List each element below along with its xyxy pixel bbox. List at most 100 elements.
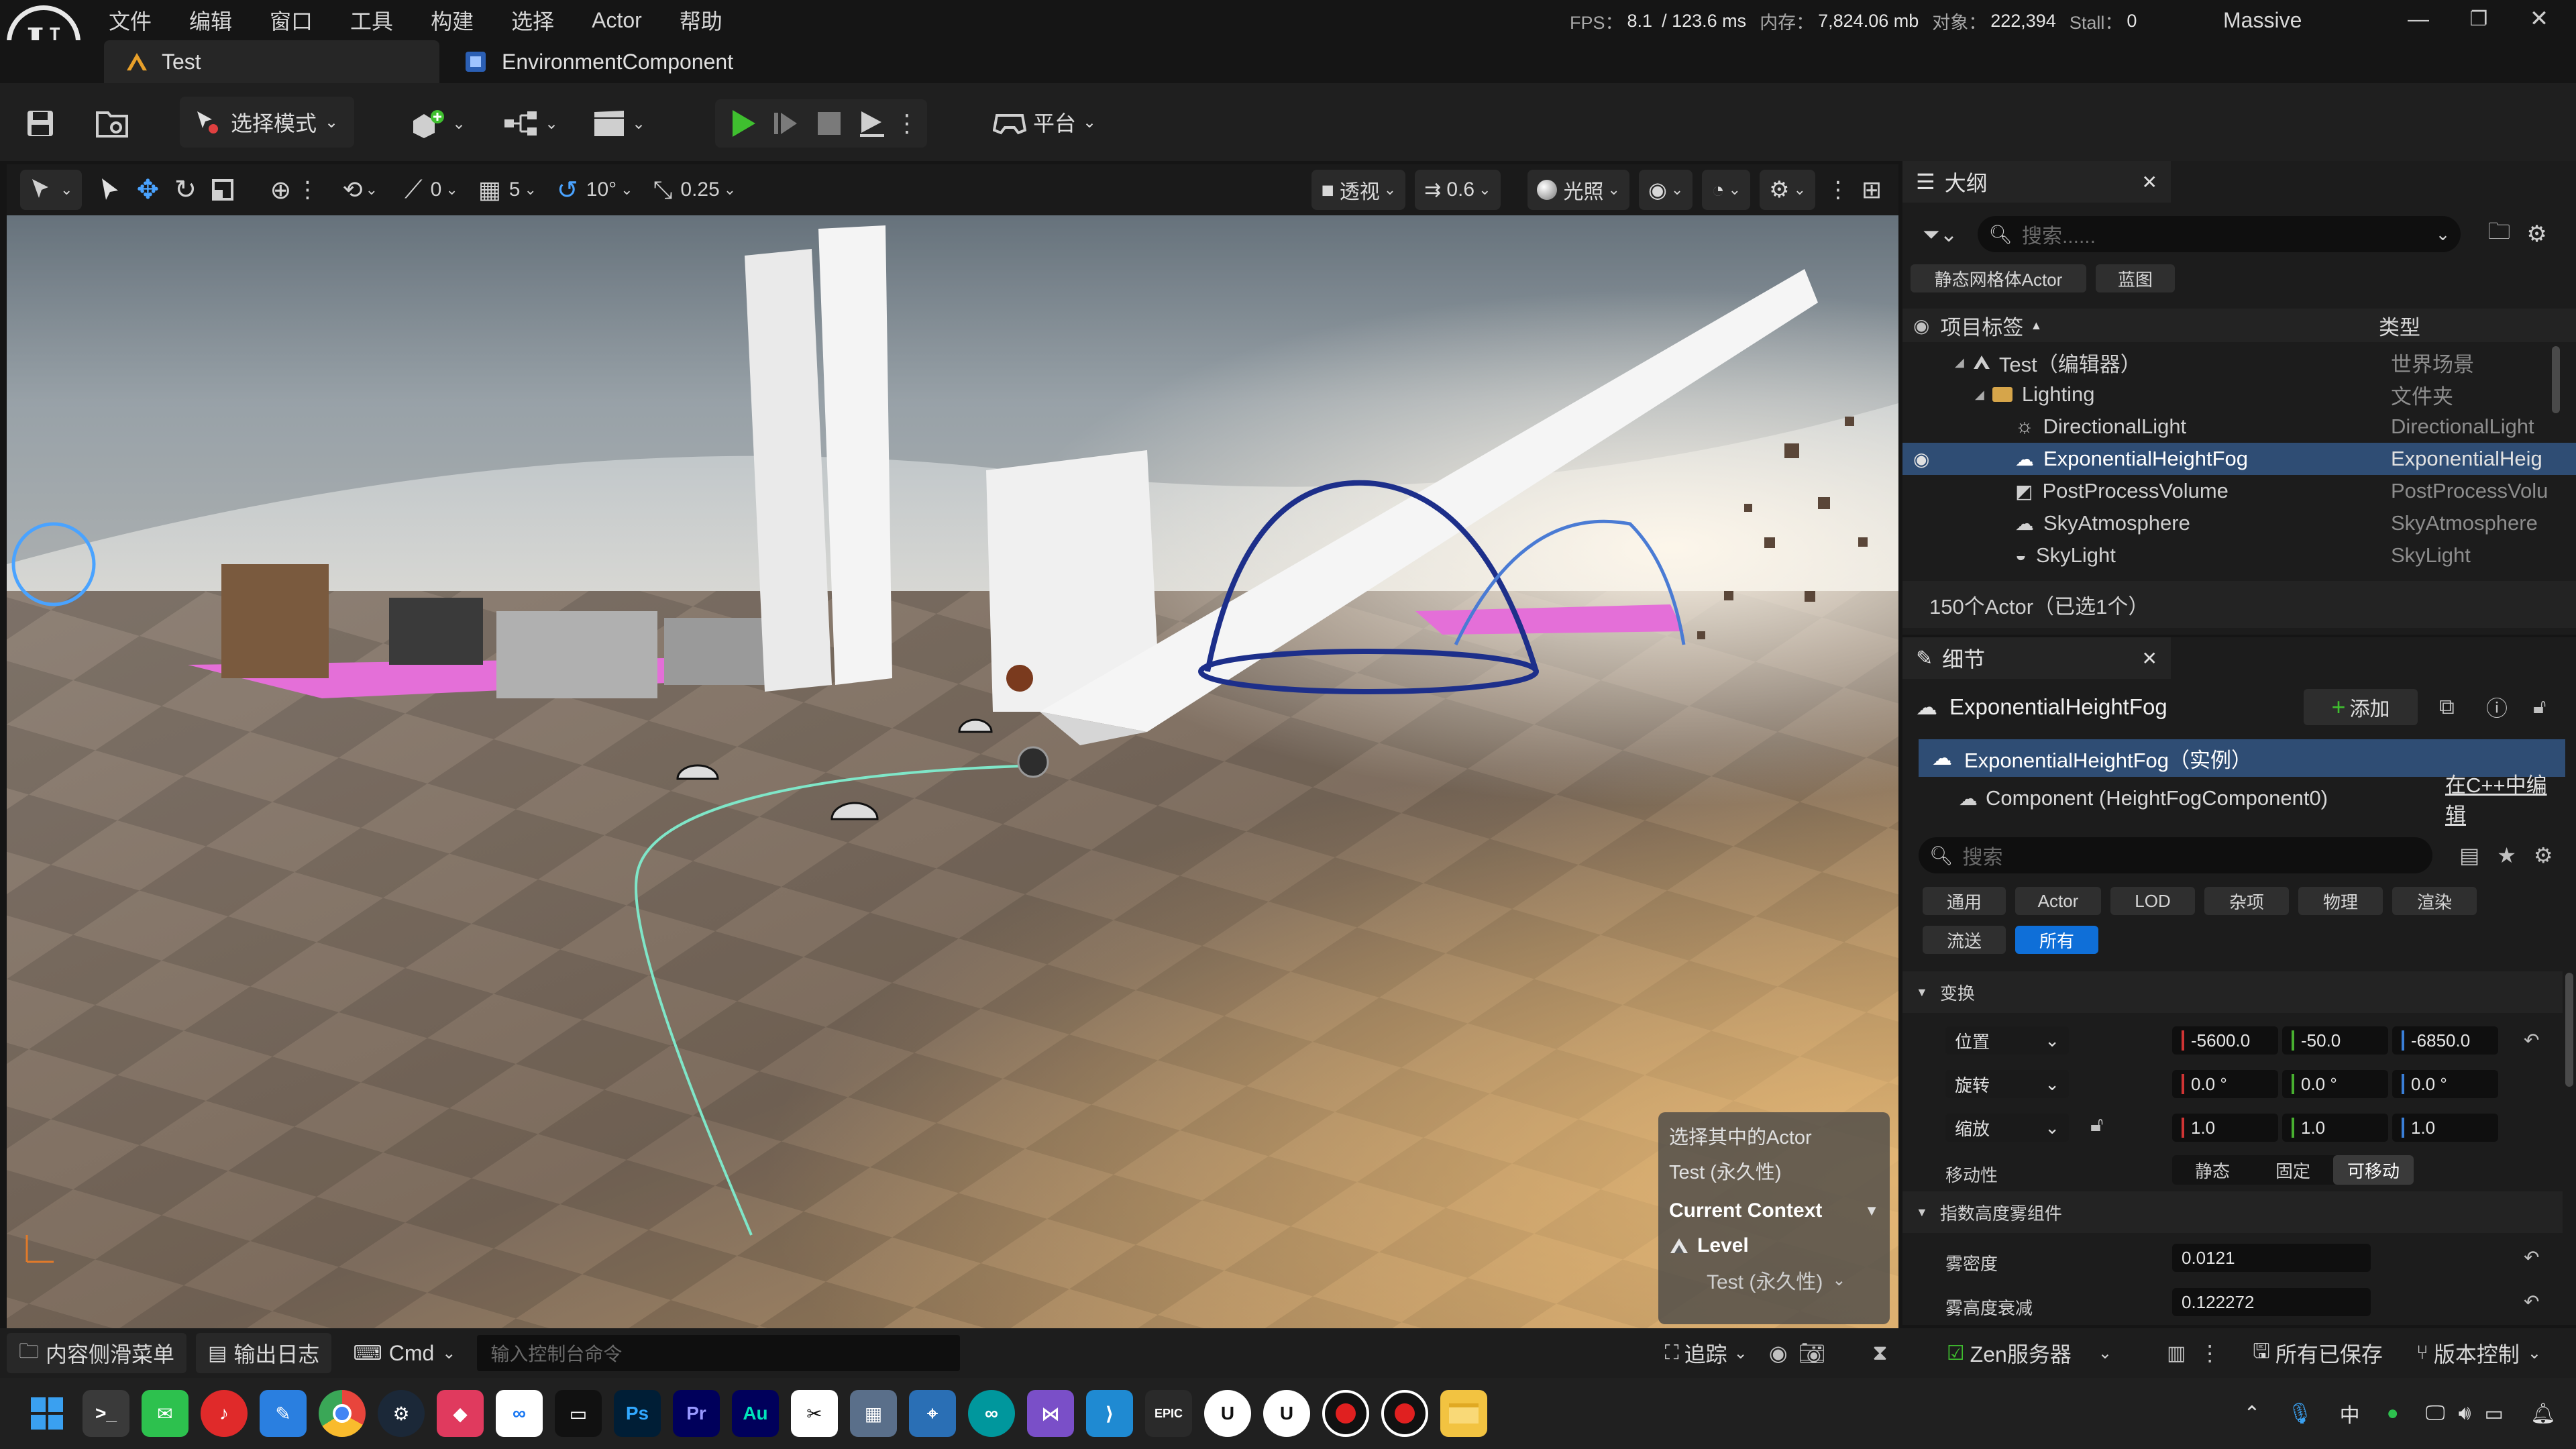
output-log-button[interactable]: ▤ 输出日志 xyxy=(196,1333,332,1373)
camera-speed-button[interactable]: ⇉ 0.6 ⌄ xyxy=(1415,170,1501,210)
scale-dropdown[interactable]: 缩放 ⌄ xyxy=(1945,1114,2069,1142)
rotation-z-field[interactable]: 0.0 ° xyxy=(2392,1070,2498,1098)
recorder-app-icon[interactable] xyxy=(1322,1390,1369,1437)
volume-icon[interactable]: 🔊︎ xyxy=(2459,1402,2471,1425)
menu-help[interactable]: 帮助 xyxy=(680,5,722,36)
details-scrollbar[interactable] xyxy=(2565,973,2573,1087)
menu-actor[interactable]: Actor xyxy=(592,8,642,33)
menu-edit[interactable]: 编辑 xyxy=(189,5,232,36)
hourglass-icon[interactable]: ⧗ xyxy=(1872,1340,1887,1366)
context-level-dropdown[interactable]: Test (永久性) ⌄ xyxy=(1707,1265,1879,1295)
feishu-app-icon[interactable]: ◆ xyxy=(437,1390,484,1437)
list-item[interactable]: ◢ Test（编辑器） 世界场景 xyxy=(1902,346,2576,378)
notification-bell-icon[interactable]: 🔔︎ xyxy=(2530,1402,2556,1426)
show-flags-button[interactable]: ◉ ⌄ xyxy=(1638,170,1693,210)
console-input[interactable]: 输入控制台命令 xyxy=(477,1335,961,1371)
star-icon[interactable]: ★ xyxy=(2497,843,2516,868)
add-component-button[interactable]: + 添加 xyxy=(2304,689,2418,725)
edit-in-cpp-link[interactable]: 在C++中编辑 xyxy=(2445,768,2565,828)
table-view-icon[interactable]: ▤ xyxy=(2459,843,2479,868)
mobility-stationary[interactable]: 固定 xyxy=(2253,1155,2333,1185)
microphone-icon[interactable]: 🎙︎ xyxy=(2288,1402,2313,1426)
save-icon[interactable] xyxy=(20,103,60,144)
close-icon[interactable]: ✕ xyxy=(2142,171,2157,193)
scene-render[interactable] xyxy=(7,215,1898,1328)
current-context-header[interactable]: Current Context ▼ xyxy=(1669,1199,1879,1222)
rotation-dropdown[interactable]: 旋转 ⌄ xyxy=(1945,1070,2069,1098)
reset-arrow-icon[interactable]: ↶ xyxy=(2524,1246,2539,1269)
filter-physics[interactable]: 物理 xyxy=(2298,887,2383,915)
filter-general[interactable]: 通用 xyxy=(1923,887,2006,915)
close-icon[interactable]: ✕ xyxy=(2142,647,2157,669)
chrome-app-icon[interactable] xyxy=(319,1390,366,1437)
map-app-icon[interactable]: ⌖ xyxy=(909,1390,956,1437)
performance-button[interactable]: ◔ ⌄ xyxy=(1702,170,1751,210)
save-all-button[interactable]: 🖫︎ 所有已保存 xyxy=(2241,1333,2395,1373)
premiere-app-icon[interactable]: Pr xyxy=(673,1390,720,1437)
add-folder-icon[interactable]: 🗀︎ xyxy=(2487,215,2510,254)
wechat-app-icon[interactable]: ✉ xyxy=(142,1390,189,1437)
more-options-icon[interactable]: ⋮ xyxy=(1825,170,1851,210)
scale-y-field[interactable]: 1.0 xyxy=(2282,1114,2388,1142)
trace-button[interactable]: ⛶ 追踪 ⌄ xyxy=(1653,1333,1760,1373)
eject-icon[interactable] xyxy=(851,102,894,145)
chevron-up-icon[interactable]: ⌃ xyxy=(2243,1402,2260,1426)
filter-misc[interactable]: 杂项 xyxy=(2204,887,2289,915)
select-arrow-icon[interactable] xyxy=(91,170,129,210)
audition-app-icon[interactable]: Au xyxy=(732,1390,779,1437)
menu-select[interactable]: 选择 xyxy=(511,5,554,36)
derived-data-icon[interactable]: ▥ xyxy=(2167,1342,2186,1365)
epic-games-app-icon[interactable]: EPIC xyxy=(1145,1390,1192,1437)
location-z-field[interactable]: -6850.0 xyxy=(2392,1026,2498,1055)
outliner-tab[interactable]: ☰ 大纲 ✕ xyxy=(1902,161,2171,203)
filter-actor[interactable]: Actor xyxy=(2015,887,2101,915)
list-item[interactable]: ☁ SkyAtmosphere SkyAtmosphere xyxy=(1902,507,2576,539)
list-item[interactable]: ☼ DirectionalLight DirectionalLight xyxy=(1902,411,2576,443)
cinematics-button[interactable]: ⌄ xyxy=(592,103,645,144)
filter-streaming[interactable]: 流送 xyxy=(1923,926,2006,954)
column-type[interactable]: 类型 xyxy=(2379,311,2420,341)
menu-build[interactable]: 构建 xyxy=(431,5,474,36)
gear-icon[interactable]: ⚙ xyxy=(2534,843,2553,868)
minimize-icon[interactable]: — xyxy=(2388,0,2449,38)
add-actor-button[interactable]: ⌄ xyxy=(411,103,466,144)
angle-snap-button[interactable]: ⟋ 0 ⌄ xyxy=(405,170,458,210)
restore-icon[interactable]: ❐ xyxy=(2449,0,2509,38)
menu-file[interactable]: 文件 xyxy=(109,5,152,36)
tab-environment-component[interactable]: EnvironmentComponent xyxy=(443,40,755,83)
stop-icon[interactable] xyxy=(808,102,851,145)
details-search-input[interactable]: 🔍︎ 搜索 xyxy=(1919,837,2432,873)
scale-z-field[interactable]: 1.0 xyxy=(2392,1114,2498,1142)
platforms-dropdown[interactable]: 平台 ⌄ xyxy=(979,97,1110,148)
more-options-icon[interactable]: ⋮ xyxy=(296,170,319,210)
list-item[interactable]: ◒ SkyLight SkyLight xyxy=(1902,539,2576,572)
location-y-field[interactable]: -50.0 xyxy=(2282,1026,2388,1055)
filter-icon[interactable]: ⏷⌄ xyxy=(1923,221,1957,248)
list-item[interactable]: ◉ ☁ ExponentialHeightFog ExponentialHeig xyxy=(1902,443,2576,475)
recorder-app-icon-2[interactable] xyxy=(1381,1390,1428,1437)
outliner-search-input[interactable]: 🔍︎ 搜索...... ⌄ xyxy=(1978,216,2461,252)
visibility-eye-icon[interactable]: ◉ xyxy=(1913,448,1929,470)
scale-icon[interactable] xyxy=(204,170,241,210)
section-height-fog[interactable]: ▼ 指数高度雾组件 xyxy=(1902,1191,2563,1233)
arduino-app-icon[interactable]: ∞ xyxy=(968,1390,1015,1437)
menu-tools[interactable]: 工具 xyxy=(350,5,393,36)
help-icon[interactable]: ⓘ xyxy=(2486,692,2508,722)
move-icon[interactable]: ✥ xyxy=(129,170,166,210)
menu-window[interactable]: 窗口 xyxy=(270,5,313,36)
content-browser-icon[interactable] xyxy=(93,103,133,144)
scale-x-field[interactable]: 1.0 xyxy=(2172,1114,2278,1142)
fog-density-field[interactable]: 0.0121 xyxy=(2172,1244,2371,1272)
fog-falloff-field[interactable]: 0.122272 xyxy=(2172,1288,2371,1316)
reset-arrow-icon[interactable]: ↶ xyxy=(2524,1291,2539,1313)
oculus-app-icon[interactable]: ▭ xyxy=(555,1390,602,1437)
unreal-app-icon-2[interactable]: U xyxy=(1263,1390,1310,1437)
content-drawer-button[interactable]: 🗀︎ 内容侧滑菜单 xyxy=(7,1333,187,1373)
view-mode-button[interactable]: ■ 透视 ⌄ xyxy=(1311,170,1406,210)
unreal-app-icon[interactable]: U xyxy=(1204,1390,1251,1437)
filter-lod[interactable]: LOD xyxy=(2110,887,2195,915)
surface-snap-button[interactable]: ⟲ ⌄ xyxy=(342,170,378,210)
location-x-field[interactable]: -5600.0 xyxy=(2172,1026,2278,1055)
scale-snap-button[interactable]: ⤡ 0.25 ⌄ xyxy=(653,170,737,210)
screenshot-icon[interactable]: 📷︎ xyxy=(1799,1340,1826,1366)
